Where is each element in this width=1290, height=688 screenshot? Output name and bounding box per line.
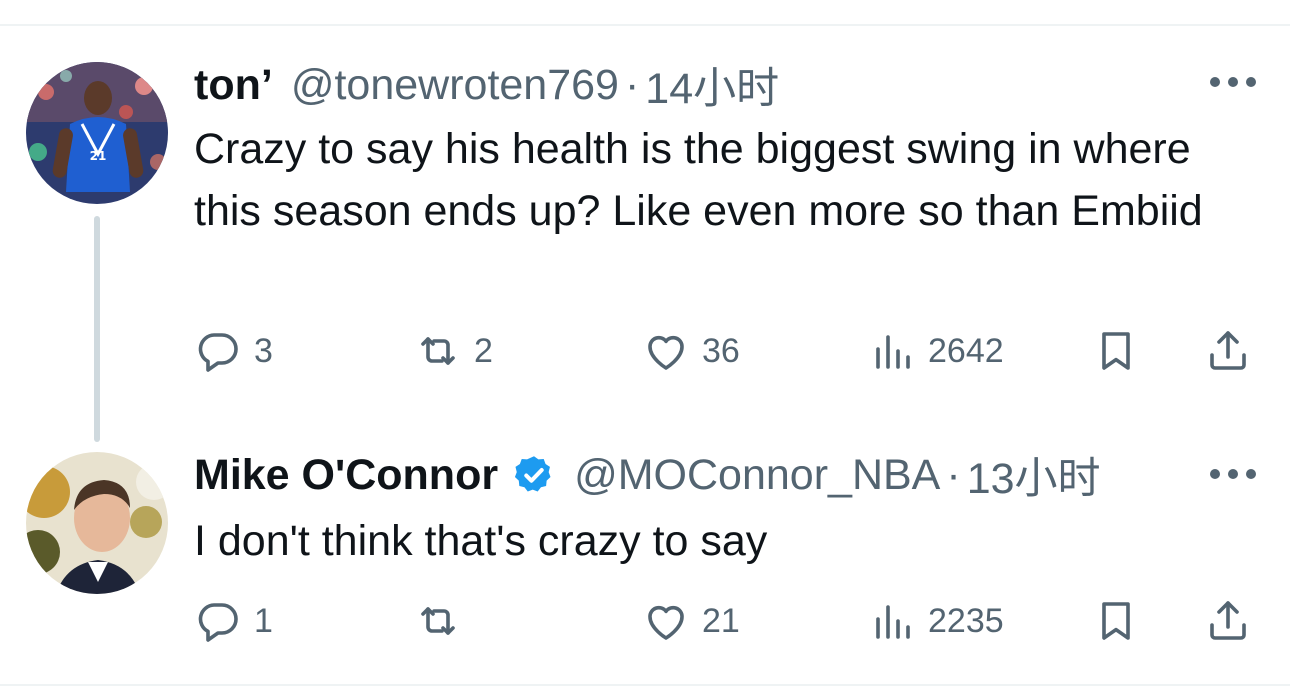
- like-count: 36: [702, 331, 740, 370]
- user-handle[interactable]: @tonewroten769: [291, 61, 619, 110]
- display-name[interactable]: ton’: [194, 61, 273, 110]
- views-button[interactable]: 2235: [868, 596, 1004, 646]
- reply-icon: [198, 333, 238, 372]
- reply-button[interactable]: 1: [194, 596, 273, 646]
- avatar-ton[interactable]: 21: [26, 62, 168, 204]
- separator-dot: ·: [946, 450, 961, 499]
- bookmark-icon: [1102, 602, 1130, 640]
- tweet-text: Crazy to say his health is the biggest s…: [194, 125, 1203, 235]
- display-name[interactable]: Mike O'Connor: [194, 451, 498, 500]
- reply-count: 1: [254, 601, 273, 640]
- verified-badge-icon: [515, 456, 551, 492]
- like-count: 21: [702, 601, 740, 640]
- svg-text:21: 21: [90, 149, 107, 163]
- more-icon[interactable]: [1210, 464, 1256, 484]
- bottom-divider: [0, 684, 1290, 686]
- tweet-1-header: ton’ @tonewroten769 · 14小时: [194, 58, 779, 114]
- tweet-1-actions: 3 2 36 2642: [194, 326, 1264, 376]
- share-icon: [1210, 331, 1246, 370]
- avatar-mike-oconnor[interactable]: [26, 452, 168, 594]
- repost-icon: [421, 337, 455, 365]
- like-button[interactable]: 36: [642, 326, 740, 376]
- share-button[interactable]: [1204, 596, 1252, 646]
- tweet-2-actions: 1 21 2235: [194, 596, 1264, 646]
- share-icon: [1210, 601, 1246, 640]
- views-count: 2642: [928, 331, 1004, 370]
- thread-connector-line: [94, 216, 100, 442]
- heart-icon: [648, 605, 684, 640]
- heart-icon: [648, 335, 684, 370]
- bookmark-button[interactable]: [1092, 596, 1140, 646]
- views-button[interactable]: 2642: [868, 326, 1004, 376]
- views-icon: [876, 335, 910, 369]
- timestamp[interactable]: 13小时: [967, 444, 1101, 506]
- share-button[interactable]: [1204, 326, 1252, 376]
- bookmark-icon: [1102, 332, 1130, 370]
- views-count: 2235: [928, 601, 1004, 640]
- user-handle[interactable]: @MOConnor_NBA: [574, 451, 940, 500]
- repost-button[interactable]: 2: [414, 326, 493, 376]
- reply-icon: [198, 603, 238, 642]
- views-icon: [876, 605, 910, 639]
- reply-count: 3: [254, 331, 273, 370]
- timestamp[interactable]: 14小时: [645, 54, 779, 116]
- separator-dot: ·: [624, 60, 640, 109]
- repost-icon: [421, 607, 455, 635]
- reply-button[interactable]: 3: [194, 326, 273, 376]
- repost-button[interactable]: [414, 596, 474, 646]
- more-icon[interactable]: [1210, 72, 1256, 92]
- top-divider: [0, 24, 1290, 26]
- bookmark-button[interactable]: [1092, 326, 1140, 376]
- tweet-2-header: Mike O'Connor @MOConnor_NBA · 13小时: [194, 448, 1101, 504]
- tweet-text: I don't think that's crazy to say: [194, 517, 768, 565]
- like-button[interactable]: 21: [642, 596, 740, 646]
- repost-count: 2: [474, 331, 493, 370]
